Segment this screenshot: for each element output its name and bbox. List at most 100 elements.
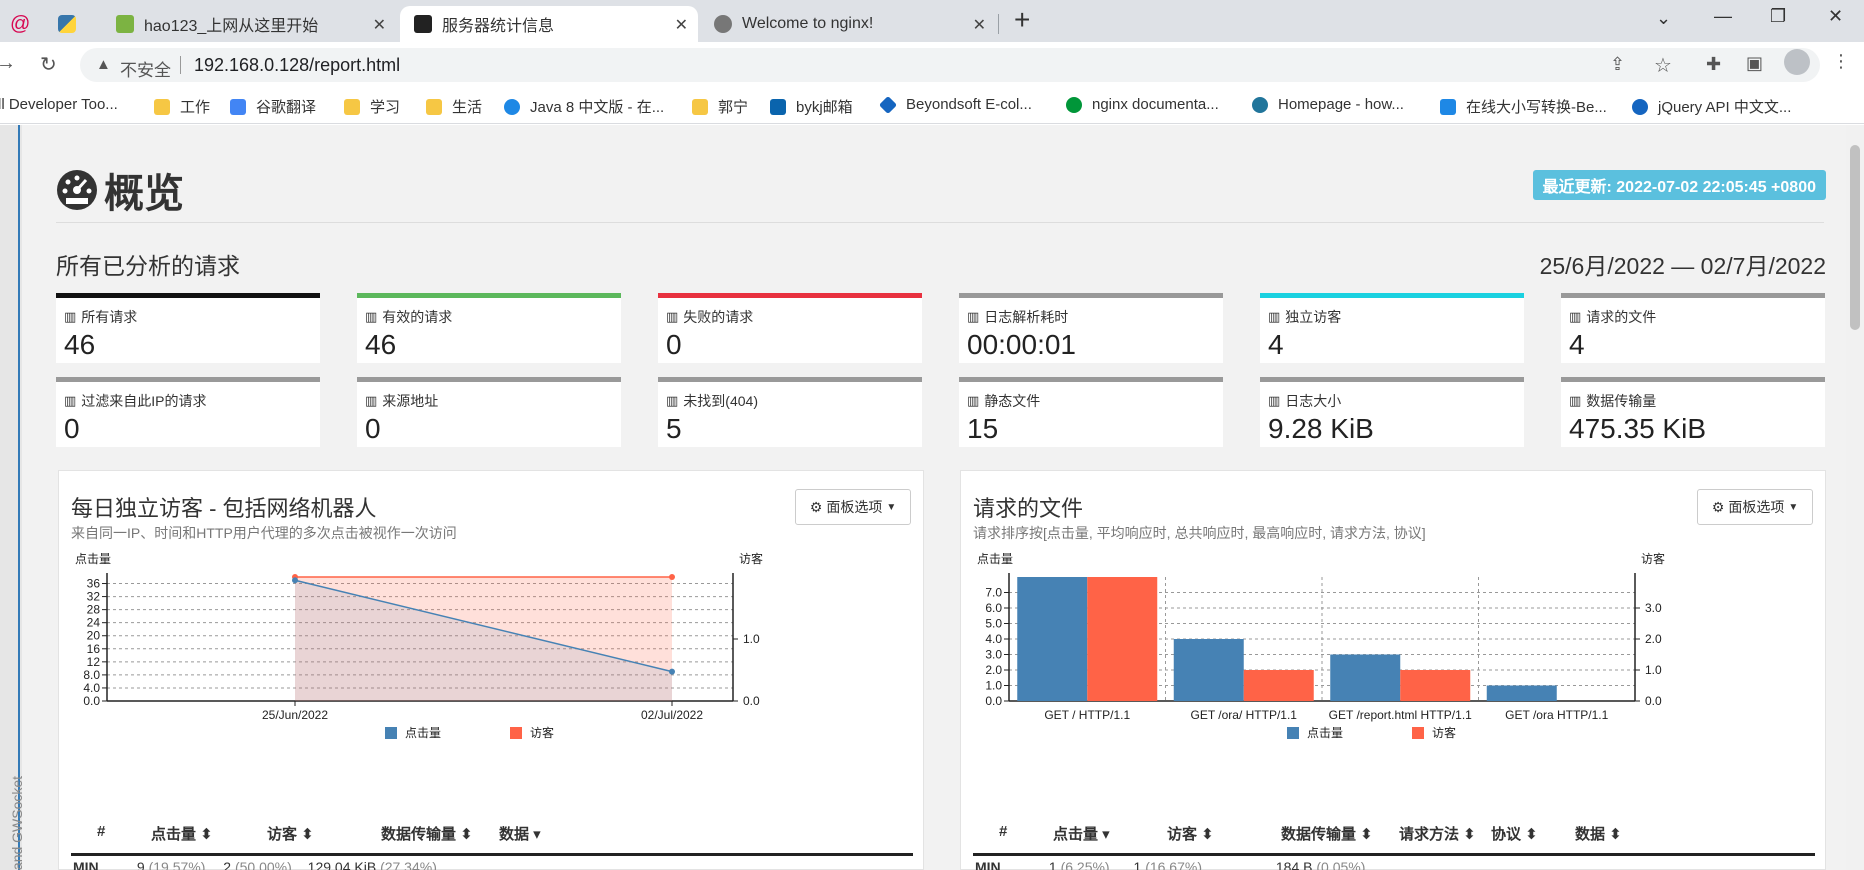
side-panel-edge: and GWSocket [0,125,25,870]
y2-tick-label: 0.0 [743,694,760,708]
table-header-col-index[interactable]: # [97,823,105,853]
bookmark-devtools[interactable]: ll Developer Too... [0,96,118,113]
folder-icon [426,98,442,115]
tab-debian[interactable]: @ [10,6,44,42]
bookmark-wordpress[interactable]: Homepage - how... [1252,96,1404,113]
table-header-col-data[interactable]: 数据 ⬍ [1575,823,1622,853]
page-viewport: and GWSocket 概览 最近更新: 2022-07-02 22:05:4… [0,125,1864,870]
caret-down-icon: ▼ [886,501,897,513]
side-line [18,125,20,870]
gear-icon: ⚙ [809,498,823,515]
card-value: 5 [666,413,682,444]
bookmark-beyondsoft[interactable]: Beyondsoft E-col... [878,95,1032,114]
cell-hits: 1 [1048,859,1057,870]
tab-nginx[interactable]: Welcome to nginx! ✕ [700,6,996,42]
table-header-col-bandwidth[interactable]: 数据传输量 ⬍ [381,823,473,853]
legend-swatch [385,727,397,739]
bookmark-mail[interactable]: bykj邮箱 [770,96,853,117]
table-header-col-hits[interactable]: 点击量 ▾ [1053,823,1110,853]
tab-report[interactable]: 服务器统计信息 ✕ [400,6,698,42]
menu-icon[interactable]: ⋮ [1832,51,1850,72]
visitors-bar [1243,670,1314,701]
reload-icon[interactable]: ↻ [40,52,57,77]
card-label: ▥ 来源地址 [365,391,438,411]
profile-icon[interactable] [1784,49,1810,75]
bookmark-folder-work[interactable]: 工作 [154,96,210,117]
star-icon[interactable]: ☆ [1654,53,1672,78]
y2-tick-label: 2.0 [1645,632,1662,646]
toolbar: → ↻ ▲ 不安全 192.168.0.128/report.html ⇪ ☆ … [0,42,1864,88]
table-header-col-method[interactable]: 请求方法 ⬍ [1399,823,1476,853]
overview-card: ▥ 请求的文件 4 [1561,293,1825,363]
outlook-icon [770,98,786,115]
hits-bar [1486,685,1557,701]
card-label-text: 静态文件 [984,393,1041,409]
card-label: ▥ 日志大小 [1268,391,1341,411]
table-header-col-visitors[interactable]: 访客 ⬍ [267,823,314,853]
table-header-col-data[interactable]: 数据 ▾ [499,823,541,853]
hits-bar [1173,639,1244,701]
x-tick-label: GET / HTTP/1.1 [1044,708,1130,722]
warning-icon: ▲ [96,56,111,73]
card-label: ▥ 数据传输量 [1569,391,1656,411]
minimize-button[interactable]: — [1714,6,1732,27]
bookmarks-bar: ll Developer Too... 工作 谷歌翻译 学习 生活 Java 8… [0,88,1864,124]
last-update-badge: 最近更新: 2022-07-02 22:05:45 +0800 [1532,170,1826,200]
y-tick-label: 8.0 [83,668,100,682]
extensions-icon[interactable]: ✚ [1706,54,1721,75]
beyondsoft-icon [878,95,898,114]
window-close-button[interactable]: ✕ [1828,6,1843,27]
card-label: ▥ 独立访客 [1268,307,1341,327]
scrollbar-thumb[interactable] [1850,145,1860,330]
overview-card: ▥ 失败的请求 0 [658,293,922,363]
bookmark-nginx[interactable]: nginx documenta... [1066,96,1219,113]
close-icon[interactable]: ✕ [973,15,986,35]
bookmark-folder-study[interactable]: 学习 [344,96,400,117]
y-tick-label: 36 [87,577,101,591]
bookmark-case-convert[interactable]: 在线大小写转换-Be... [1440,96,1607,117]
close-icon[interactable]: ✕ [675,15,688,35]
share-icon[interactable]: ⇪ [1610,54,1625,75]
table-header-col-protocol[interactable]: 协议 ⬍ [1491,823,1538,853]
panel-options-button[interactable]: ⚙ 面板选项 ▼ [1697,489,1813,525]
y-tick-label: 32 [87,590,101,604]
nginx-icon [1066,96,1082,113]
tab-search-icon[interactable]: ⌄ [1656,8,1671,29]
cell-visitors: 1 [1133,859,1142,870]
side-panel-icon[interactable]: ▣ [1746,53,1763,74]
tab-python[interactable] [58,6,92,42]
url-text[interactable]: 192.168.0.128/report.html [194,55,400,76]
legend-swatch [1287,727,1299,739]
table-header-col-bandwidth[interactable]: 数据传输量 ⬍ [1281,823,1373,853]
table-header-col-visitors[interactable]: 访客 ⬍ [1167,823,1214,853]
page-scrollbar[interactable] [1846,125,1864,870]
maximize-button[interactable]: ❐ [1770,6,1786,27]
address-bar[interactable]: ▲ 不安全 192.168.0.128/report.html ⇪ ☆ [80,48,1820,82]
forward-icon[interactable]: → [0,52,16,75]
bookmark-folder-guoning[interactable]: 郭宁 [692,96,748,117]
panel-options-button[interactable]: ⚙ 面板选项 ▼ [795,489,911,525]
tab-hao123[interactable]: hao123_上网从这里开始 ✕ [104,6,396,42]
java-icon [504,98,520,115]
close-icon[interactable]: ✕ [373,15,386,35]
card-label: ▥ 所有请求 [64,307,137,327]
bar-chart-icon: ▥ [1569,393,1582,408]
table-header-col-hits[interactable]: 点击量 ⬍ [151,823,213,853]
bookmark-translate[interactable]: 谷歌翻译 [230,96,316,117]
panel-requested-files: 请求的文件 请求排序按[点击量, 平均响应时, 总共响应时, 最高响应时, 请求… [960,470,1826,870]
new-tab-button[interactable]: + [1014,4,1030,36]
bookmark-java8[interactable]: Java 8 中文版 - 在... [504,96,664,117]
y-tick-label: 0.0 [83,694,100,708]
overview-card: ▥ 日志大小 9.28 KiB [1260,377,1524,447]
bookmark-label: 在线大小写转换-Be... [1466,99,1607,116]
bookmark-jquery[interactable]: jQuery API 中文文... [1632,96,1791,117]
tab-separator [998,14,999,34]
y-tick-label: 4.0 [985,632,1002,646]
y2-tick-label: 1.0 [1645,663,1662,677]
globe-icon [714,15,732,33]
cell-visitors-pct: (16.67%) [1145,859,1202,870]
bookmark-folder-life[interactable]: 生活 [426,96,482,117]
table-header-col-index[interactable]: # [999,823,1007,853]
card-label-text: 有效的请求 [382,309,453,325]
folder-icon [154,98,170,115]
